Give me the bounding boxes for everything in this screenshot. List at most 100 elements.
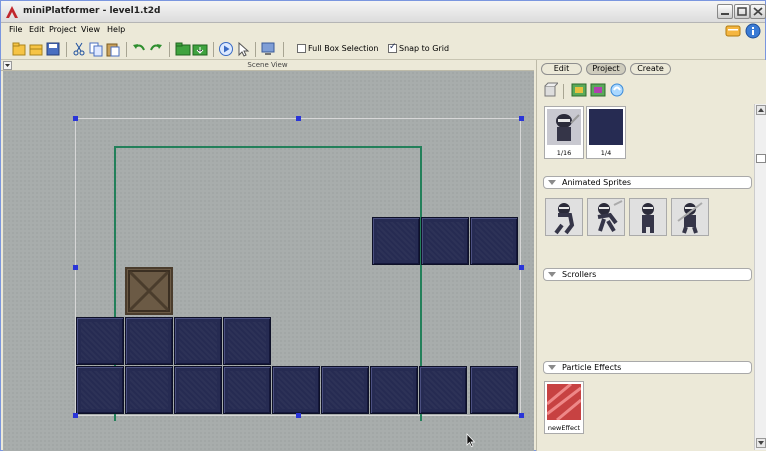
tab-project[interactable]: Project bbox=[586, 63, 626, 75]
selection-handle[interactable] bbox=[519, 413, 524, 418]
redo-button[interactable] bbox=[148, 41, 164, 57]
particle-button[interactable] bbox=[609, 82, 625, 98]
save-icon bbox=[46, 42, 60, 56]
selection-handle[interactable] bbox=[519, 116, 524, 121]
platform-tile[interactable] bbox=[174, 317, 222, 365]
platform-tile[interactable] bbox=[421, 217, 469, 265]
platform-tile[interactable] bbox=[272, 366, 320, 414]
open-level-button[interactable] bbox=[175, 41, 191, 57]
scroll-down-icon bbox=[758, 441, 764, 445]
toolbar-separator bbox=[255, 42, 256, 57]
particle-effect-thumb[interactable]: newEffect bbox=[544, 381, 584, 434]
layers-button[interactable] bbox=[260, 41, 276, 57]
minimize-icon bbox=[721, 13, 729, 15]
minimize-button[interactable] bbox=[717, 4, 733, 19]
static-sprite-thumb[interactable]: 1/4 bbox=[586, 106, 626, 159]
tab-edit[interactable]: Edit bbox=[541, 63, 582, 75]
play-icon bbox=[219, 42, 233, 56]
main-toolbar: Full Box Selection Snap to Grid bbox=[1, 39, 765, 60]
copy-button[interactable] bbox=[88, 41, 104, 57]
image-map-icon bbox=[571, 83, 587, 97]
static-sprite-thumb[interactable]: 1/16 bbox=[544, 106, 584, 159]
selection-handle[interactable] bbox=[73, 413, 78, 418]
scene-canvas[interactable] bbox=[3, 71, 534, 451]
undo-button[interactable] bbox=[131, 41, 147, 57]
app-logo-icon bbox=[6, 6, 18, 18]
right-panel: Edit Project Create 1/16 1/4 Animated Sp… bbox=[536, 60, 766, 451]
full-box-selection-checkbox[interactable] bbox=[297, 44, 306, 53]
platform-tile[interactable] bbox=[470, 217, 518, 265]
green-folder-icon bbox=[175, 42, 191, 56]
info-icon[interactable] bbox=[745, 23, 761, 39]
ninja-sprite-image bbox=[547, 109, 581, 145]
platform-tile[interactable] bbox=[321, 366, 369, 414]
animated-sprite-thumb[interactable] bbox=[671, 198, 709, 236]
platform-tile[interactable] bbox=[223, 317, 271, 365]
selection-handle[interactable] bbox=[296, 116, 301, 121]
animated-sprite-thumb[interactable] bbox=[587, 198, 625, 236]
menu-file[interactable]: File bbox=[9, 25, 22, 34]
new-file-button[interactable] bbox=[11, 41, 27, 57]
platform-tile[interactable] bbox=[76, 366, 124, 414]
scroll-up-button[interactable] bbox=[756, 105, 766, 115]
image-map-button[interactable] bbox=[571, 82, 587, 98]
platform-tile[interactable] bbox=[174, 366, 222, 414]
close-button[interactable] bbox=[750, 4, 766, 19]
asset-list: 1/16 1/4 Animated Sprites Scrollers Part… bbox=[540, 104, 754, 450]
app-window: miniPlatformer - level1.t2d File Edit Pr… bbox=[0, 0, 766, 451]
collapse-triangle-icon bbox=[548, 272, 556, 277]
platform-tile[interactable] bbox=[372, 217, 420, 265]
animated-sprite-thumb[interactable] bbox=[545, 198, 583, 236]
scroll-down-button[interactable] bbox=[756, 438, 766, 448]
toolbar-separator bbox=[66, 42, 67, 57]
section-label: Particle Effects bbox=[562, 363, 622, 372]
notes-icon[interactable] bbox=[725, 23, 741, 39]
play-button[interactable] bbox=[218, 41, 234, 57]
save-level-button[interactable] bbox=[192, 41, 208, 57]
close-icon bbox=[753, 7, 763, 16]
full-box-selection-label: Full Box Selection bbox=[308, 44, 379, 53]
crate-icon bbox=[128, 270, 170, 312]
selection-handle[interactable] bbox=[296, 413, 301, 418]
maximize-button[interactable] bbox=[734, 4, 750, 19]
menu-help[interactable]: Help bbox=[107, 25, 125, 34]
toolbar-separator bbox=[283, 42, 284, 57]
platform-tile[interactable] bbox=[370, 366, 418, 414]
cut-button[interactable] bbox=[71, 41, 87, 57]
section-scrollers[interactable]: Scrollers bbox=[543, 268, 752, 281]
paste-button[interactable] bbox=[105, 41, 121, 57]
toolbar-separator bbox=[126, 42, 127, 57]
platform-tile[interactable] bbox=[125, 317, 173, 365]
section-animated-sprites[interactable]: Animated Sprites bbox=[543, 176, 752, 189]
menu-edit[interactable]: Edit bbox=[29, 25, 45, 34]
platform-tile[interactable] bbox=[125, 366, 173, 414]
asset-list-scrollbar[interactable] bbox=[754, 104, 766, 450]
tab-create[interactable]: Create bbox=[630, 63, 671, 75]
paste-icon bbox=[106, 43, 120, 57]
section-label: Animated Sprites bbox=[562, 178, 632, 187]
animated-sprite-thumb[interactable] bbox=[629, 198, 667, 236]
selection-handle[interactable] bbox=[519, 265, 524, 270]
object-library-button[interactable] bbox=[542, 82, 560, 98]
open-folder-icon bbox=[29, 44, 43, 56]
selection-handle[interactable] bbox=[73, 116, 78, 121]
menu-view[interactable]: View bbox=[81, 25, 100, 34]
scrollbar-thumb[interactable] bbox=[756, 154, 766, 163]
section-particle-effects[interactable]: Particle Effects bbox=[543, 361, 752, 374]
platform-tile[interactable] bbox=[470, 366, 518, 414]
selection-handle[interactable] bbox=[73, 265, 78, 270]
scene-view-header: Scene View bbox=[1, 60, 534, 71]
animation-button[interactable] bbox=[590, 82, 606, 98]
wooden-crate[interactable] bbox=[125, 267, 173, 315]
ninja-jump-icon bbox=[597, 200, 623, 233]
open-file-button[interactable] bbox=[28, 41, 44, 57]
snap-to-grid-checkbox[interactable] bbox=[388, 42, 397, 53]
cube-icon bbox=[544, 82, 560, 97]
particle-icon bbox=[610, 83, 624, 97]
select-tool-button[interactable] bbox=[235, 41, 251, 57]
menu-project[interactable]: Project bbox=[49, 25, 76, 34]
platform-tile[interactable] bbox=[223, 366, 271, 414]
save-button[interactable] bbox=[45, 41, 61, 57]
platform-tile[interactable] bbox=[419, 366, 467, 414]
platform-tile[interactable] bbox=[76, 317, 124, 365]
